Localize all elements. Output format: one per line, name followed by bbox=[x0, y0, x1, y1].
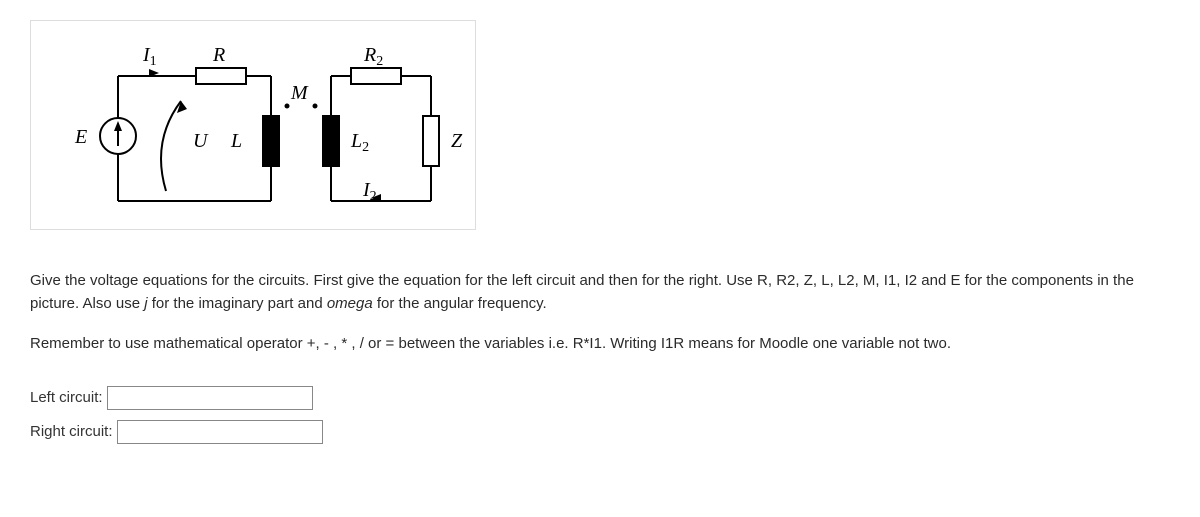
circuit-diagram: E I1 R M U L R2 L2 Z I2 bbox=[30, 20, 476, 230]
label-U: U bbox=[193, 130, 209, 152]
label-R: R bbox=[212, 44, 225, 66]
answers-block: Left circuit: Right circuit: bbox=[30, 386, 1170, 444]
left-circuit-input[interactable] bbox=[107, 386, 313, 410]
circuit-svg: E I1 R M U L R2 L2 Z I2 bbox=[31, 21, 475, 229]
instr-omega: omega bbox=[327, 295, 373, 312]
instruction-para-2: Remember to use mathematical operator +,… bbox=[30, 333, 1170, 356]
instr-text-1b: for the imaginary part and bbox=[148, 295, 327, 312]
right-circuit-row: Right circuit: bbox=[30, 420, 1170, 444]
instructions: Give the voltage equations for the circu… bbox=[30, 270, 1170, 356]
left-circuit-row: Left circuit: bbox=[30, 386, 1170, 410]
right-circuit-input[interactable] bbox=[117, 420, 323, 444]
label-R2: R2 bbox=[363, 44, 383, 69]
right-circuit-label: Right circuit: bbox=[30, 423, 113, 440]
label-L: L bbox=[230, 130, 242, 152]
instr-text-1c: for the angular frequency. bbox=[373, 295, 547, 312]
instruction-para-1: Give the voltage equations for the circu… bbox=[30, 270, 1170, 315]
label-M: M bbox=[290, 82, 309, 104]
left-circuit-label: Left circuit: bbox=[30, 389, 103, 406]
question-page: E I1 R M U L R2 L2 Z I2 Give the voltage… bbox=[0, 0, 1200, 474]
label-I1: I1 bbox=[142, 44, 157, 69]
label-L2: L2 bbox=[350, 130, 369, 155]
label-I2: I2 bbox=[362, 179, 377, 204]
label-E: E bbox=[74, 126, 87, 148]
label-Z: Z bbox=[451, 130, 463, 152]
